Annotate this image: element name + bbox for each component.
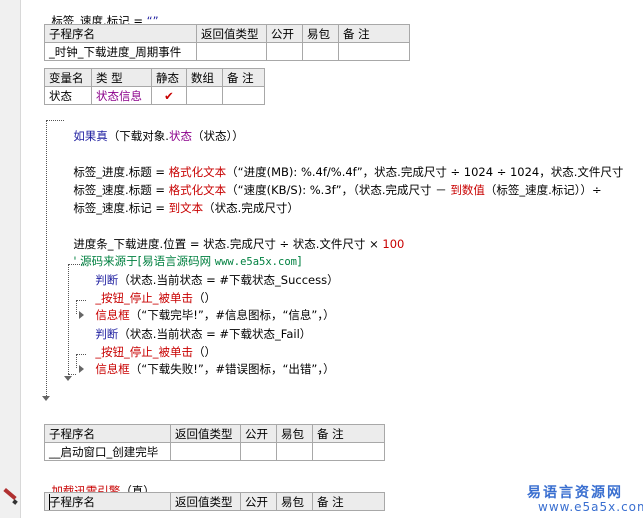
code-line-speed-mark[interactable]: 标签_速度.标记 = 到文本（状态.完成尺寸） xyxy=(66,184,299,215)
assign-op: = xyxy=(151,201,169,215)
subroutine-table-header: 子程序名 返回值类型 公开 易包 备 注 xyxy=(44,424,385,443)
function-to-number: 到数值 xyxy=(450,183,485,197)
function-to-text: 到文本 xyxy=(168,201,204,215)
code-line-progress-title[interactable]: 标签_进度.标题 = 格式化文本（“进度(MB): %.4f/%.4f”，状态.… xyxy=(66,148,623,179)
code-line-if-status[interactable]: 如果真（下载对象.状态（状态）） xyxy=(66,112,243,143)
subroutine-table-timer[interactable]: 子程序名 返回值类型 公开 易包 备 注 _时钟_下载进度_周期事件 xyxy=(44,24,410,61)
variable-type[interactable]: 状态信息 xyxy=(91,86,152,105)
if-end-arrow-icon xyxy=(42,396,50,401)
variable-array[interactable] xyxy=(186,86,223,105)
col-remark: 备 注 xyxy=(312,424,385,443)
variable-table-header: 变量名 类 型 静态 数组 备 注 xyxy=(44,68,265,87)
member-status: 状态 xyxy=(168,129,192,143)
judge2-next-arrow-icon xyxy=(79,365,84,373)
col-subname: 子程序名 xyxy=(44,24,197,43)
assign-target: 标签_速度.标记 xyxy=(73,201,152,215)
subroutine-row[interactable]: _时钟_下载进度_周期事件 xyxy=(44,42,410,61)
col-varname: 变量名 xyxy=(44,68,92,87)
text-cursor xyxy=(49,494,50,510)
if-args-close: （状态）） xyxy=(191,129,244,143)
code-line-judge-fail[interactable]: 判断（状态.当前状态 = #下载状态_Fail） xyxy=(88,310,311,341)
col-epackage: 易包 xyxy=(276,492,313,511)
if-guide-top xyxy=(46,120,64,121)
watermark-site-name: 易语言资源网 xyxy=(527,485,623,501)
subroutine-remark[interactable] xyxy=(338,42,410,61)
col-static: 静态 xyxy=(151,68,187,87)
subroutine-public[interactable] xyxy=(240,442,277,461)
code-line-progress-position[interactable]: 进度条_下载进度.位置 = 状态.完成尺寸 ÷ 状态.文件尺寸 × 100 xyxy=(66,220,404,251)
col-return-type: 返回值类型 xyxy=(170,424,241,443)
col-var-remark: 备 注 xyxy=(222,68,265,87)
subroutine-name[interactable]: _时钟_下载进度_周期事件 xyxy=(44,42,197,61)
col-public: 公开 xyxy=(240,492,277,511)
gutter-divider xyxy=(20,0,21,518)
variable-name[interactable]: 状态 xyxy=(44,86,92,105)
editor-gutter xyxy=(0,0,20,518)
subroutine-epackage[interactable] xyxy=(276,442,313,461)
judge2-guide-mid xyxy=(76,354,86,355)
subroutine-table-startup[interactable]: 子程序名 返回值类型 公开 易包 备 注 __启动窗口_创建完毕 xyxy=(44,424,385,461)
judge1-guide-mid xyxy=(76,300,86,301)
col-public: 公开 xyxy=(240,424,277,443)
function-args: （状态.完成尺寸） xyxy=(203,201,299,215)
code-line-msgbox-fail[interactable]: 信息框（“下载失败!”，#错误图标，“出错”，） xyxy=(88,345,334,376)
col-array: 数组 xyxy=(186,68,223,87)
function-msgbox: 信息框 xyxy=(95,362,130,376)
keyword-if-true: 如果真 xyxy=(73,129,108,143)
variable-remark[interactable] xyxy=(222,86,265,105)
code-line-stop-click-2[interactable]: _按钮_停止_被单击（） xyxy=(88,328,216,359)
code-line-mark-reset[interactable]: 标签_速度.标记 = “” xyxy=(44,0,158,28)
col-epackage: 易包 xyxy=(302,24,339,43)
col-remark: 备 注 xyxy=(312,492,385,511)
col-public: 公开 xyxy=(266,24,303,43)
watermark-site-url: www.e5a5x.com xyxy=(538,500,643,514)
subroutine-table-next[interactable]: 子程序名 返回值类型 公开 易包 备 注 xyxy=(44,492,385,511)
judge1-guide-branch xyxy=(76,300,77,314)
col-remark: 备 注 xyxy=(338,24,410,43)
code-line-msgbox-success[interactable]: 信息框（“下载完毕!”，#信息图标，“信息”，） xyxy=(88,291,334,322)
subroutine-public[interactable] xyxy=(266,42,303,61)
code-line-stop-click-1[interactable]: _按钮_停止_被单击（） xyxy=(88,274,216,305)
subroutine-name[interactable]: __启动窗口_创建完毕 xyxy=(44,442,171,461)
col-subname: 子程序名 xyxy=(44,424,171,443)
subroutine-epackage[interactable] xyxy=(302,42,339,61)
variable-row[interactable]: 状态 状态信息 ✔ xyxy=(44,86,265,105)
subroutine-table-header: 子程序名 返回值类型 公开 易包 备 注 xyxy=(44,492,385,511)
code-line-judge-success[interactable]: 判断（状态.当前状态 = #下载状态_Success） xyxy=(88,256,338,287)
col-subname: 子程序名 xyxy=(44,492,171,511)
subroutine-table-header: 子程序名 返回值类型 公开 易包 备 注 xyxy=(44,24,410,43)
subroutine-return-type[interactable] xyxy=(196,42,267,61)
col-return-type: 返回值类型 xyxy=(170,492,241,511)
judge-end-arrow-icon xyxy=(64,376,72,381)
col-vartype: 类 型 xyxy=(91,68,152,87)
subroutine-return-type[interactable] xyxy=(170,442,241,461)
judge2-guide-branch xyxy=(76,354,77,368)
subroutine-row[interactable]: __启动窗口_创建完毕 xyxy=(44,442,385,461)
code-line-comment[interactable]: ' 源码来源于[易语言源码网 www.e5a5x.com] xyxy=(66,237,301,268)
if-args-open: （下载对象. xyxy=(107,129,169,143)
judge-guide-bottom xyxy=(68,374,76,375)
col-return-type: 返回值类型 xyxy=(196,24,267,43)
function-args: （“下载失败!”，#错误图标，“出错”，） xyxy=(129,362,335,376)
static-check-icon[interactable]: ✔ xyxy=(151,86,187,105)
local-variable-table[interactable]: 变量名 类 型 静态 数组 备 注 状态 状态信息 ✔ xyxy=(44,68,265,105)
col-epackage: 易包 xyxy=(276,424,313,443)
judge1-next-arrow-icon xyxy=(79,311,84,319)
if-guide-vertical xyxy=(46,120,47,398)
code-line-load-engine[interactable]: 加载迅雷引擎（真） xyxy=(44,467,155,498)
subroutine-remark[interactable] xyxy=(312,442,385,461)
judge-guide-vertical xyxy=(68,264,69,374)
code-line-speed-title[interactable]: 标签_速度.标题 = 格式化文本（“速度(KB/S): %.3f”，（状态.完成… xyxy=(66,166,601,197)
function-args-tail: （标签_速度.标记））÷ xyxy=(484,183,602,197)
number-literal: 100 xyxy=(382,237,405,251)
